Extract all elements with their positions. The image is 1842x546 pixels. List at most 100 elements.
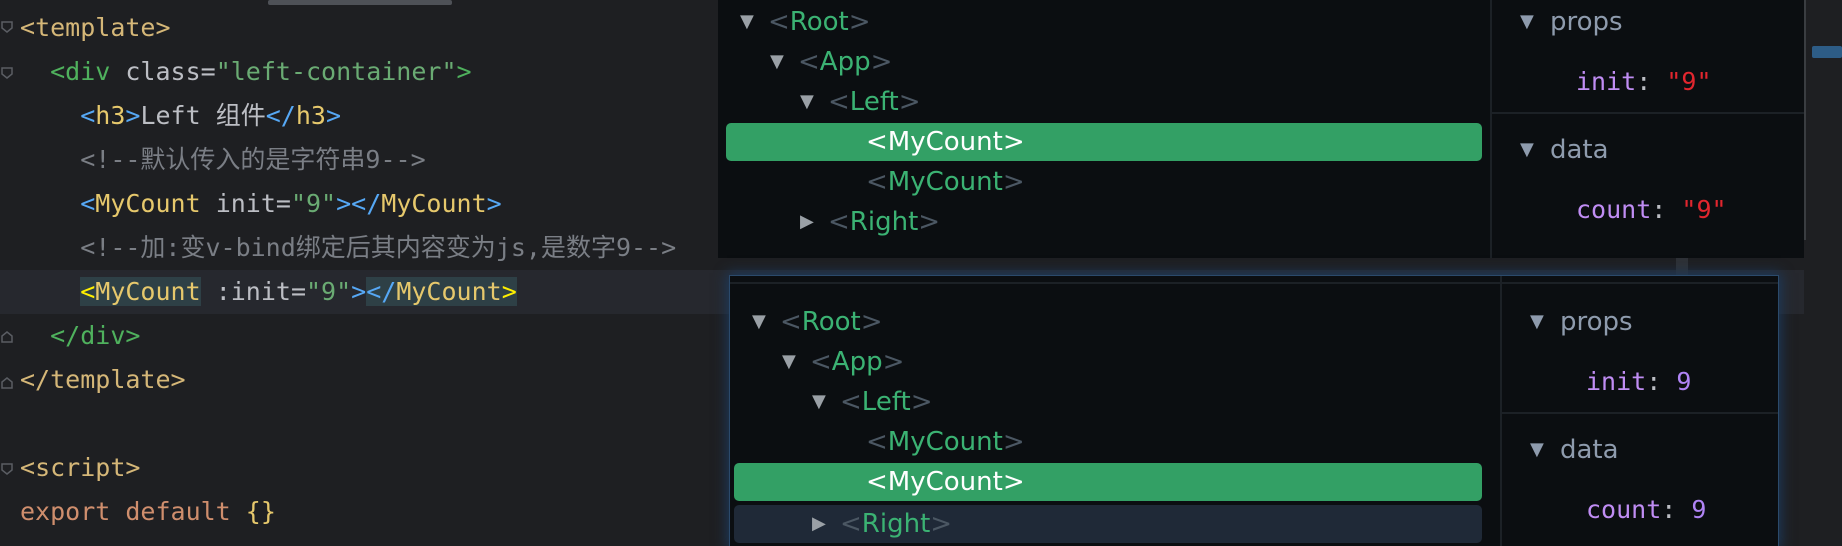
tree-node-mycount[interactable]: <MyCount> [866,163,1025,201]
comment: <!--默认传入的是字符串9--> [80,145,426,174]
tag-bracket: < [80,277,96,306]
node-bracket: > [860,307,883,337]
tag-bracket: < [80,189,96,218]
code-line[interactable]: <!--默认传入的是字符串9--> [20,138,426,182]
horizontal-scrollbar-thumb[interactable] [268,0,452,5]
prop-value: 9 [1676,367,1692,396]
scroll-marker[interactable] [1812,46,1842,58]
tree-node-mycount[interactable]: <MyCount> [866,423,1025,461]
tag-bracket: > [170,365,186,394]
fold-icon[interactable] [0,20,14,34]
caret-down-icon: ▼ [1530,311,1544,332]
node-bracket: < [866,467,888,497]
tag-name: div [80,321,126,350]
code-line[interactable]: <script> [20,446,140,490]
code-line[interactable]: <MyCount init="9"></MyCount> [20,182,501,226]
node-bracket: > [848,7,871,37]
tag-name: template [35,13,156,42]
attribute-value: "9" [306,277,352,306]
node-bracket: < [866,427,888,457]
colon: : [1646,367,1662,396]
section-title: props [1550,7,1623,37]
tag-bracket: < [20,13,36,42]
data-row[interactable]: count: "9" [1576,190,1727,230]
tag-bracket: > [456,57,472,86]
data-row[interactable]: count: 9 [1586,490,1706,530]
attribute-name: init= [200,189,291,218]
tree-node-left[interactable]: ▼ <Left> [800,83,921,121]
code-line[interactable]: export default {} [20,490,276,534]
node-name: Root [801,307,861,337]
node-bracket: < [810,347,832,377]
fold-icon[interactable] [0,376,14,390]
node-bracket: > [910,387,933,417]
tag-name: MyCount [95,277,201,306]
node-bracket: > [918,207,941,237]
prop-row[interactable]: init: 9 [1586,362,1691,402]
expand-arrow-icon[interactable]: ▼ [800,83,828,121]
tree-node-app[interactable]: ▼ <App> [770,43,892,81]
props-section-toggle[interactable]: ▼ props [1530,302,1633,342]
tree-node-mycount-selected[interactable]: <MyCount> [726,123,1482,161]
editor-right-strip [1804,0,1842,546]
component-state-inspector: ▼ props init: "9" ▼ data count: "9" [1490,0,1804,258]
tree-node-right[interactable]: ▶ <Right> [734,505,1482,543]
code-line[interactable]: <div class="left-container"> [20,50,472,94]
tag-name: MyCount [396,277,502,306]
data-section-toggle[interactable]: ▼ data [1520,130,1609,170]
vue-devtools-panel-string: ▼ <Root> ▼ <App> ▼ <Left> <MyCount> <MyCoun… [718,0,1804,258]
keyword: export default [20,497,246,526]
expand-arrow-icon[interactable]: ▼ [782,343,810,381]
colon: : [1661,495,1677,524]
tag-name: template [50,365,171,394]
code-line[interactable]: <h3>Left 组件</h3> [20,94,341,138]
expand-arrow-icon[interactable]: ▼ [740,3,768,41]
vue-devtools-panel-number: ▼ <Root> ▼ <App> ▼ <Left> <MyCount> <MyCoun… [730,276,1778,546]
comment: <!--加:变v-bind绑定后其内容变为js,是数字9--> [80,233,677,262]
expand-arrow-icon[interactable]: ▼ [812,383,840,421]
code-line[interactable]: </template> [20,358,186,402]
tree-node-root[interactable]: ▼ <Root> [752,303,883,341]
tree-node-mycount-selected[interactable]: <MyCount> [734,463,1482,501]
tag-bracket: </ [366,277,397,306]
attribute-name: :init= [200,277,306,306]
tree-node-root[interactable]: ▼ <Root> [740,3,871,41]
code-line[interactable]: <template> [20,6,171,50]
node-name: App [831,347,883,377]
props-section-toggle[interactable]: ▼ props [1520,2,1623,42]
prop-row[interactable]: init: "9" [1576,62,1712,102]
node-bracket: < [780,307,802,337]
code-line[interactable]: </div> [20,314,140,358]
fold-icon[interactable] [0,330,14,344]
fold-icon[interactable] [0,66,14,80]
tag-bracket: > [325,101,341,130]
data-section-toggle[interactable]: ▼ data [1530,430,1619,470]
tag-bracket: </ [50,321,81,350]
expand-arrow-icon[interactable]: ▼ [752,303,780,341]
node-bracket: > [930,509,953,539]
node-bracket: > [1002,167,1025,197]
fold-icon[interactable] [0,462,14,476]
tree-node-left[interactable]: ▼ <Left> [812,383,933,421]
tag-bracket: > [351,277,367,306]
tag-bracket: < [20,453,36,482]
expand-arrow-icon[interactable]: ▼ [770,43,798,81]
caret-down-icon: ▼ [1520,139,1534,160]
tag-bracket: > [125,321,141,350]
section-title: props [1560,307,1633,337]
tree-node-right[interactable]: ▶ <Right> [800,203,940,241]
node-bracket: > [1002,467,1025,497]
tag-name: h3 [295,101,326,130]
node-bracket: < [866,127,888,157]
node-bracket: > [870,47,893,77]
code-line[interactable]: <!--加:变v-bind绑定后其内容变为js,是数字9--> [20,226,676,270]
node-name: MyCount [887,127,1003,157]
tree-node-app[interactable]: ▼ <App> [782,343,904,381]
collapsed-arrow-icon[interactable]: ▶ [800,203,828,241]
tag-name: MyCount [95,189,201,218]
attribute-value: "left-container" [215,57,457,86]
collapsed-arrow-icon[interactable]: ▶ [812,505,840,543]
